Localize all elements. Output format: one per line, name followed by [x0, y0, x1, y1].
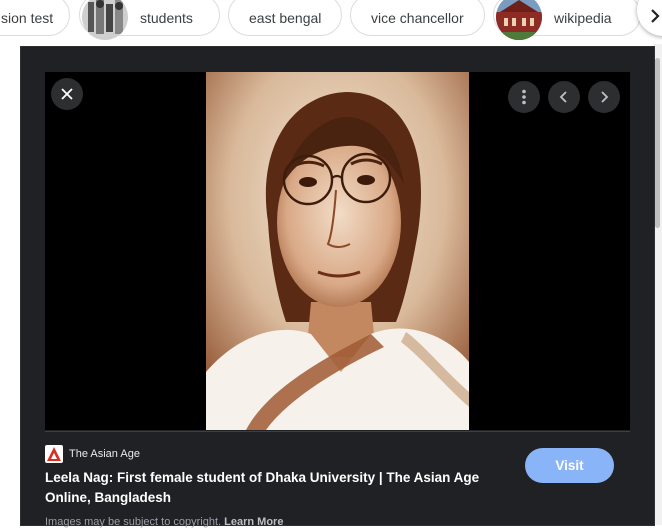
related-search-chips: sion test students east bengal vice chan…	[0, 0, 662, 44]
chip-vision-test[interactable]: sion test	[0, 0, 70, 36]
chip-thumbnail	[496, 0, 542, 40]
chip-label: wikipedia	[554, 10, 612, 26]
source-name: The Asian Age	[69, 448, 140, 460]
chip-vice-chancellor[interactable]: vice chancellor	[350, 0, 485, 36]
chip-label: students	[140, 10, 193, 26]
more-vert-icon	[522, 89, 526, 105]
divider	[45, 431, 630, 432]
more-options-button[interactable]	[508, 81, 540, 113]
scrollbar-thumb[interactable]	[655, 58, 660, 228]
page-scrollbar[interactable]	[653, 44, 662, 525]
chip-students[interactable]: students	[79, 0, 220, 40]
title-line: Leela Nag: First female student of Dhaka…	[45, 470, 480, 485]
chip-east-bengal[interactable]: east bengal	[228, 0, 342, 36]
image-title-link[interactable]: Leela Nag: First female student of Dhaka…	[45, 468, 515, 508]
chevron-right-icon	[651, 9, 660, 23]
close-icon	[61, 88, 73, 100]
portrait-image	[206, 72, 469, 430]
copyright-text: Images may be subject to copyright.	[45, 516, 222, 528]
chip-label: vice chancellor	[371, 10, 464, 26]
image-viewer-panel: The Asian Age Leela Nag: First female st…	[21, 47, 654, 528]
chips-scroll-right-button[interactable]	[637, 0, 662, 36]
learn-more-link[interactable]: Learn More	[224, 516, 283, 528]
chevron-right-icon	[601, 91, 609, 103]
close-button[interactable]	[51, 78, 83, 110]
visit-button[interactable]: Visit	[525, 448, 614, 483]
chevron-left-icon	[559, 91, 567, 103]
chip-label: sion test	[1, 10, 54, 26]
image-stage	[45, 72, 630, 430]
asian-age-logo-icon	[45, 445, 63, 463]
copyright-notice: Images may be subject to copyright. Lear…	[45, 516, 283, 528]
next-image-button[interactable]	[588, 81, 620, 113]
source-attribution[interactable]: The Asian Age	[45, 445, 140, 463]
chip-thumbnail	[82, 0, 128, 40]
previous-image-button[interactable]	[548, 81, 580, 113]
chip-label: east bengal	[249, 10, 322, 26]
chip-wikipedia[interactable]: wikipedia	[493, 0, 641, 40]
preview-image[interactable]	[206, 72, 469, 430]
title-line: Online, Bangladesh	[45, 490, 172, 505]
